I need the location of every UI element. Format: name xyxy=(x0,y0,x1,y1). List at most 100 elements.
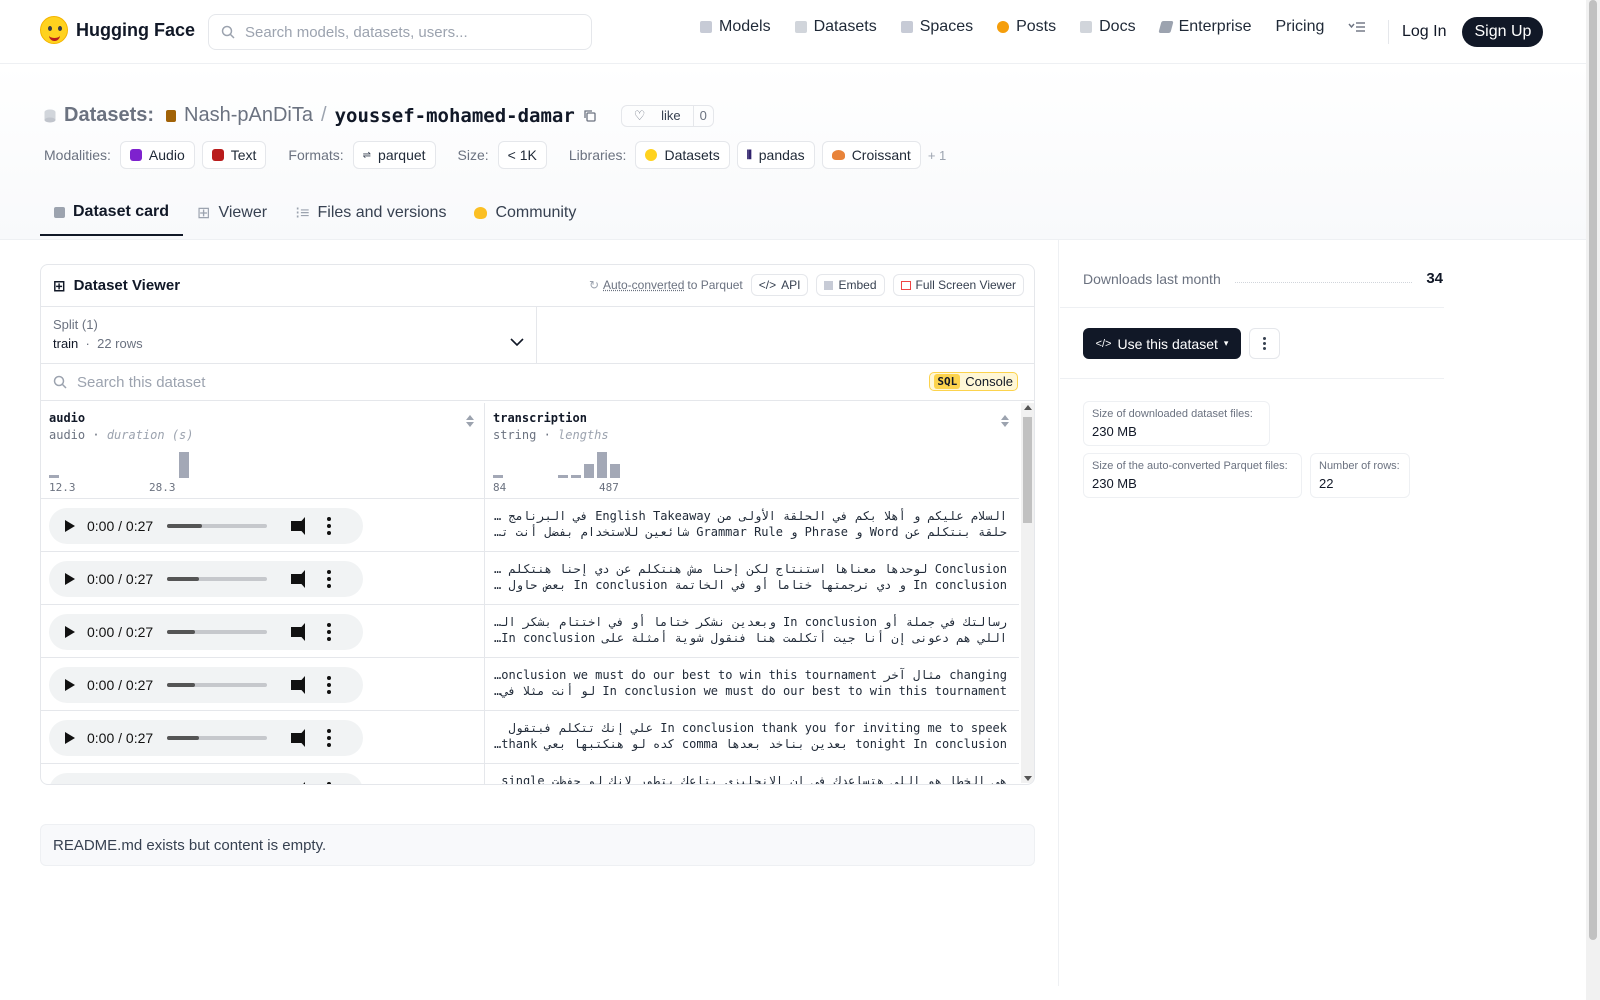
more-vert-icon[interactable] xyxy=(327,623,331,641)
column-header-transcription[interactable]: transcription string · lengths 84 487 xyxy=(485,403,1019,499)
use-dataset-button[interactable]: </> Use this dataset ▾ xyxy=(1083,328,1241,359)
dataset-search-input[interactable] xyxy=(77,373,577,391)
table-row[interactable]: 0:00 / 0:27 In conclusion thank you for i… xyxy=(41,712,1019,764)
tag-size[interactable]: < 1K xyxy=(497,141,547,169)
home-logo[interactable]: Hugging Face xyxy=(40,16,195,44)
more-vert-icon[interactable] xyxy=(327,517,331,535)
histogram-bar[interactable] xyxy=(584,464,594,478)
audio-progress-slider[interactable] xyxy=(167,524,267,528)
transcription-cell[interactable]: السلام عليكم و أهلا بكم في الحلقة الأولى… xyxy=(491,508,1007,542)
audio-progress-slider[interactable] xyxy=(167,630,267,634)
enterprise-icon xyxy=(1157,21,1174,33)
split-selector[interactable]: Split (1) train · 22 rows xyxy=(41,307,537,363)
nav-docs[interactable]: Docs xyxy=(1080,18,1136,36)
like-button[interactable]: ♡ like 0 xyxy=(620,104,714,127)
tag-pandas[interactable]: ⫴ pandas xyxy=(736,141,815,169)
histogram-bar[interactable] xyxy=(493,475,503,478)
scroll-thumb[interactable] xyxy=(1023,417,1032,523)
tab-files[interactable]: ⁝≡ Files and versions xyxy=(281,192,460,236)
table-row[interactable]: 0:00 / 0:27 رسالتك في جملة أو In conclusi… xyxy=(41,606,1019,658)
formats-label: Formats: xyxy=(288,147,344,163)
column-header-audio[interactable]: audio audio · duration (s) 12.3 28.3 xyxy=(41,403,484,499)
global-search-input[interactable] xyxy=(245,23,565,41)
volume-icon[interactable] xyxy=(291,729,305,747)
table-row[interactable]: 0:00 / 0:27 Conclusion لوحدها معناها استن… xyxy=(41,553,1019,605)
volume-icon[interactable] xyxy=(291,517,305,535)
tab-community[interactable]: Community xyxy=(460,192,590,236)
more-menu-icon[interactable] xyxy=(1348,21,1366,33)
volume-icon[interactable] xyxy=(291,676,305,694)
tag-pandas-label: pandas xyxy=(758,147,805,163)
viewer-scrollbar[interactable] xyxy=(1021,403,1034,783)
histogram-bar[interactable] xyxy=(49,475,59,478)
play-icon[interactable] xyxy=(65,520,75,532)
tag-audio[interactable]: Audio xyxy=(119,141,195,169)
api-button[interactable]: </> API xyxy=(750,274,809,296)
more-options-button[interactable] xyxy=(1249,328,1280,359)
volume-icon[interactable] xyxy=(291,570,305,588)
play-icon[interactable] xyxy=(65,626,75,638)
histogram-bar[interactable] xyxy=(610,464,620,478)
play-icon[interactable] xyxy=(65,732,75,744)
owner-link[interactable]: Nash-pAnDiTa xyxy=(184,104,313,127)
audio-progress-slider[interactable] xyxy=(167,577,267,581)
sort-icon[interactable] xyxy=(466,415,474,427)
viewer-actions: ↻ Auto-converted to Parquet </> API Embed… xyxy=(589,274,1024,296)
audio-progress-slider[interactable] xyxy=(167,683,267,687)
tag-text[interactable]: Text xyxy=(201,141,267,169)
histogram-bar[interactable] xyxy=(597,452,607,478)
hist-max: 28.3 xyxy=(149,481,176,494)
tag-datasets[interactable]: Datasets xyxy=(635,141,730,169)
dataset-name[interactable]: youssef-mohamed-damar xyxy=(335,105,575,127)
scroll-up-icon[interactable] xyxy=(1024,405,1032,410)
tab-viewer[interactable]: ⊞ Viewer xyxy=(183,192,281,236)
audio-progress-fill xyxy=(167,683,195,687)
nav-posts[interactable]: Posts xyxy=(997,18,1056,36)
volume-icon[interactable] xyxy=(291,623,305,641)
transcription-cell[interactable]: هي الخطا هو اللي هتساعدك في إن الإنجليزي… xyxy=(491,773,1007,784)
embed-button[interactable]: Embed xyxy=(816,274,885,296)
table-row[interactable]: 0:00 / 0:28 هي الخطا هو اللي هتساعدك في إ… xyxy=(41,765,1019,784)
table-row[interactable]: 0:00 / 0:27 changing مثال آخر In conclusi… xyxy=(41,659,1019,711)
tag-parquet[interactable]: ⇌ parquet xyxy=(352,141,436,169)
auto-converted-link[interactable]: Auto-converted xyxy=(603,278,684,292)
transcription-cell[interactable]: In conclusion thank you for inviting me … xyxy=(491,720,1007,754)
play-icon[interactable] xyxy=(65,679,75,691)
table-row[interactable]: 0:00 / 0:27 السلام عليكم و أهلا بكم في ال… xyxy=(41,500,1019,552)
more-vert-icon[interactable] xyxy=(327,782,331,784)
copy-icon[interactable] xyxy=(583,109,597,123)
nav-enterprise[interactable]: Enterprise xyxy=(1157,18,1251,36)
sort-icon[interactable] xyxy=(1001,415,1009,427)
tag-datasets-label: Datasets xyxy=(664,147,720,163)
page-scrollbar[interactable] xyxy=(1586,0,1600,1000)
signup-button[interactable]: Sign Up xyxy=(1462,17,1544,47)
audio-progress-fill xyxy=(167,577,199,581)
nav-pricing[interactable]: Pricing xyxy=(1275,18,1324,36)
modalities-label: Modalities: xyxy=(44,147,111,163)
transcription-line: In conclusion و دي نرجمتها ختاما أو في ا… xyxy=(491,578,1007,592)
fullscreen-button[interactable]: Full Screen Viewer xyxy=(892,274,1024,296)
tab-dataset-card[interactable]: Dataset card xyxy=(40,192,184,236)
histogram-bar[interactable] xyxy=(558,475,568,478)
play-icon[interactable] xyxy=(65,573,75,585)
audio-progress-slider[interactable] xyxy=(167,736,267,740)
sql-console-button[interactable]: SQL Console xyxy=(929,372,1018,391)
scroll-down-icon[interactable] xyxy=(1024,776,1032,781)
transcription-cell[interactable]: رسالتك في جملة أو In conclusion وبعدين ن… xyxy=(491,614,1007,648)
libraries-more[interactable]: + 1 xyxy=(928,148,946,163)
more-vert-icon[interactable] xyxy=(327,570,331,588)
tag-croissant[interactable]: Croissant xyxy=(821,141,921,169)
nav-datasets[interactable]: Datasets xyxy=(794,18,877,36)
transcription-cell[interactable]: Conclusion لوحدها معناها استنتاج لكن إحن… xyxy=(491,561,1007,595)
login-link[interactable]: Log In xyxy=(1402,23,1446,41)
page-scroll-thumb[interactable] xyxy=(1589,0,1597,940)
nav-models[interactable]: Models xyxy=(700,18,771,36)
more-vert-icon[interactable] xyxy=(327,676,331,694)
transcription-cell[interactable]: changing مثال آخر In conclusion we must … xyxy=(491,667,1007,701)
histogram-bar[interactable] xyxy=(179,452,189,478)
audio-histogram[interactable] xyxy=(49,450,189,478)
more-vert-icon[interactable] xyxy=(327,729,331,747)
transcription-histogram[interactable] xyxy=(493,450,620,478)
nav-spaces[interactable]: Spaces xyxy=(900,18,973,36)
histogram-bar[interactable] xyxy=(571,475,581,478)
